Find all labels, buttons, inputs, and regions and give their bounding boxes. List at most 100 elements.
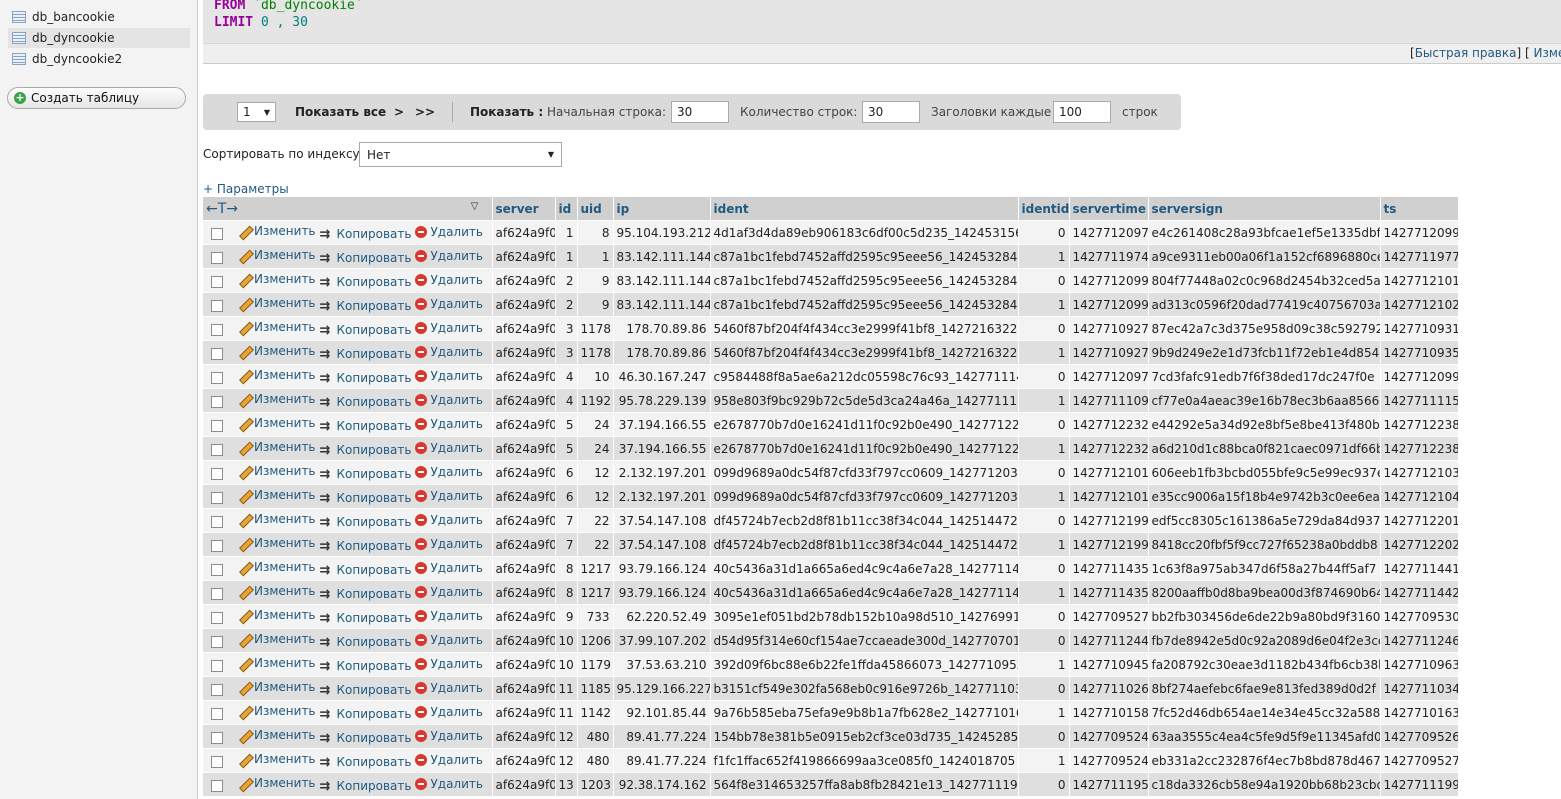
cell-servertime[interactable]: 1427712232 xyxy=(1069,412,1149,437)
cell-id[interactable]: 1 xyxy=(555,244,578,269)
cell-ts[interactable]: 1427709527 xyxy=(1380,748,1459,773)
cell-ts[interactable]: 1427712101 xyxy=(1380,268,1459,293)
delete-row-button[interactable]: Удалить xyxy=(415,753,483,767)
cell-server[interactable]: af624a9f0 xyxy=(492,676,556,701)
delete-row-button[interactable]: Удалить xyxy=(415,441,483,455)
cell-uid[interactable]: 1217 xyxy=(577,580,614,605)
cell-ts[interactable]: 1427711441 xyxy=(1380,556,1459,581)
row-checkbox[interactable] xyxy=(211,252,223,264)
cell-ts[interactable]: 1427710931 xyxy=(1380,316,1459,341)
show-all-button[interactable]: Показать все xyxy=(295,94,386,130)
cell-identid[interactable]: 1 xyxy=(1018,244,1070,269)
cell-ts[interactable]: 1427711442 xyxy=(1380,580,1459,605)
cell-uid[interactable]: 10 xyxy=(577,364,614,389)
delete-row-button[interactable]: Удалить xyxy=(415,681,483,695)
delete-row-button[interactable]: Удалить xyxy=(415,561,483,575)
cell-identid[interactable]: 1 xyxy=(1018,388,1070,413)
cell-serversign[interactable]: edf5cc8305c161386a5e729da84d9374 xyxy=(1148,508,1381,533)
edit-row-button[interactable]: Изменить xyxy=(237,776,316,790)
copy-row-button[interactable]: ⇉ Копировать xyxy=(320,251,412,266)
edit-row-button[interactable]: Изменить xyxy=(237,752,316,766)
sidebar-item-db-dyncookie2[interactable]: db_dyncookie2 xyxy=(8,49,190,69)
edit-row-button[interactable]: Изменить xyxy=(237,368,316,382)
quick-edit-link[interactable]: Быстрая правка xyxy=(1415,46,1517,60)
cell-identid[interactable]: 0 xyxy=(1018,412,1070,437)
cell-id[interactable]: 10 xyxy=(555,628,578,653)
column-arrows-icon[interactable]: ←T→ xyxy=(206,201,238,217)
cell-ident[interactable]: c9584488f8a5ae6a212dc05598c76c93_1427711… xyxy=(710,364,1019,389)
row-checkbox[interactable] xyxy=(211,684,223,696)
edit-row-button[interactable]: Изменить xyxy=(237,632,316,646)
cell-ip[interactable]: 92.101.85.44 xyxy=(613,700,711,725)
row-checkbox[interactable] xyxy=(211,780,223,792)
delete-row-button[interactable]: Удалить xyxy=(415,609,483,623)
cell-ip[interactable]: 37.194.166.55 xyxy=(613,412,711,437)
cell-ident[interactable]: b3151cf549e302fa568eb0c916e9726b_1427711… xyxy=(710,676,1019,701)
column-header-identid[interactable]: identid xyxy=(1018,197,1070,221)
sort-by-index-select[interactable]: Нет ▼ xyxy=(359,142,562,167)
edit-row-button[interactable]: Изменить xyxy=(237,296,316,310)
column-header-server[interactable]: server xyxy=(492,197,556,221)
edit-row-button[interactable]: Изменить xyxy=(237,608,316,622)
cell-ts[interactable]: 1427710163 xyxy=(1380,700,1459,725)
row-checkbox[interactable] xyxy=(211,324,223,336)
cell-ip[interactable]: 89.41.77.224 xyxy=(613,724,711,749)
cell-id[interactable]: 7 xyxy=(555,532,578,557)
copy-row-button[interactable]: ⇉ Копировать xyxy=(320,779,412,794)
cell-id[interactable]: 8 xyxy=(555,580,578,605)
cell-uid[interactable]: 1179 xyxy=(577,652,614,677)
row-checkbox[interactable] xyxy=(211,732,223,744)
delete-row-button[interactable]: Удалить xyxy=(415,225,483,239)
copy-row-button[interactable]: ⇉ Копировать xyxy=(320,683,412,698)
cell-servertime[interactable]: 1427709524 xyxy=(1069,748,1149,773)
cell-serversign[interactable]: e4c261408c28a93bfcae1ef5e1335dbf xyxy=(1148,220,1381,245)
delete-row-button[interactable]: Удалить xyxy=(415,345,483,359)
cell-uid[interactable]: 1217 xyxy=(577,556,614,581)
cell-serversign[interactable]: 1c63f8a975ab347d6f58a27b44ff5af7 xyxy=(1148,556,1381,581)
cell-uid[interactable]: 24 xyxy=(577,412,614,437)
cell-uid[interactable]: 1206 xyxy=(577,628,614,653)
cell-id[interactable]: 12 xyxy=(555,724,578,749)
cell-uid[interactable]: 1 xyxy=(577,244,614,269)
cell-ip[interactable]: 95.129.166.227 xyxy=(613,676,711,701)
copy-row-button[interactable]: ⇉ Копировать xyxy=(320,299,412,314)
cell-server[interactable]: af624a9f0 xyxy=(492,436,556,461)
cell-identid[interactable]: 1 xyxy=(1018,652,1070,677)
cell-uid[interactable]: 1178 xyxy=(577,340,614,365)
cell-id[interactable]: 2 xyxy=(555,268,578,293)
cell-server[interactable]: af624a9f0 xyxy=(492,340,556,365)
cell-ip[interactable]: 37.53.63.210 xyxy=(613,652,711,677)
cell-server[interactable]: af624a9f0 xyxy=(492,484,556,509)
cell-uid[interactable]: 12 xyxy=(577,460,614,485)
edit-row-button[interactable]: Изменить xyxy=(237,224,316,238)
cell-id[interactable]: 6 xyxy=(555,484,578,509)
cell-server[interactable]: af624a9f0 xyxy=(492,268,556,293)
cell-server[interactable]: af624a9f0 xyxy=(492,772,556,796)
delete-row-button[interactable]: Удалить xyxy=(415,657,483,671)
cell-servertime[interactable]: 1427710927 xyxy=(1069,316,1149,341)
cell-ip[interactable]: 95.104.193.212 xyxy=(613,220,711,245)
cell-server[interactable]: af624a9f0 xyxy=(492,700,556,725)
edit-query-link[interactable]: Изменить xyxy=(1533,46,1561,60)
cell-ident[interactable]: df45724b7ecb2d8f81b11cc38f34c044_1425144… xyxy=(710,508,1019,533)
cell-servertime[interactable]: 1427711026 xyxy=(1069,676,1149,701)
cell-servertime[interactable]: 1427710945 xyxy=(1069,652,1149,677)
edit-row-button[interactable]: Изменить xyxy=(237,440,316,454)
cell-servertime[interactable]: 1427712232 xyxy=(1069,436,1149,461)
edit-row-button[interactable]: Изменить xyxy=(237,560,316,574)
cell-ident[interactable]: 40c5436a31d1a665a6ed4c9c4a6e7a28_1427711… xyxy=(710,556,1019,581)
cell-serversign[interactable]: ad313c0596f20dad77419c40756703a4 xyxy=(1148,292,1381,317)
cell-ident[interactable]: 3095e1ef051bd2b78db152b10a98d510_1427699… xyxy=(710,604,1019,629)
cell-servertime[interactable]: 1427709527 xyxy=(1069,604,1149,629)
copy-row-button[interactable]: ⇉ Копировать xyxy=(320,611,412,626)
row-checkbox[interactable] xyxy=(211,564,223,576)
row-checkbox[interactable] xyxy=(211,660,223,672)
column-header-ts[interactable]: ts xyxy=(1380,197,1459,221)
cell-uid[interactable]: 1178 xyxy=(577,316,614,341)
cell-serversign[interactable]: eb331a2cc232876f4ec7b8bd878d467b xyxy=(1148,748,1381,773)
cell-ident[interactable]: 099d9689a0dc54f87cfd33f797cc0609_1427712… xyxy=(710,484,1019,509)
cell-servertime[interactable]: 1427711974 xyxy=(1069,244,1149,269)
cell-identid[interactable]: 0 xyxy=(1018,556,1070,581)
cell-ip[interactable]: 93.79.166.124 xyxy=(613,580,711,605)
cell-server[interactable]: af624a9f0 xyxy=(492,292,556,317)
